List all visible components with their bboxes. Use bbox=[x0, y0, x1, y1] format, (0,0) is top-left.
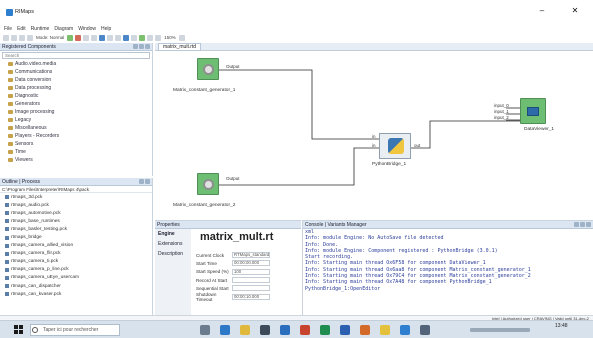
property-row: Start Speed (%) 100 bbox=[194, 268, 298, 276]
gen2-name-label: Matrix_constant_generator_2 bbox=[173, 203, 236, 208]
properties-table: Current Clock RTMaps_standard Start Time 00… bbox=[194, 251, 298, 302]
app-green-icon[interactable] bbox=[320, 325, 330, 335]
gear-icon bbox=[202, 178, 214, 190]
property-value-field[interactable]: 00:00:00.000 bbox=[232, 260, 270, 267]
python-out-port-label: out bbox=[414, 143, 421, 148]
viewer-port-2-label: input_2 bbox=[494, 115, 509, 120]
link-python-viewer[interactable] bbox=[411, 120, 520, 149]
property-row: Current Clock RTMaps_standard bbox=[194, 251, 298, 259]
property-row: Start Time 00:00:00.000 bbox=[194, 259, 298, 267]
properties-title: matrix_mult.rt bbox=[200, 231, 274, 243]
taskbar-clock[interactable]: 13:48 bbox=[555, 323, 568, 329]
property-value-field[interactable]: 100 bbox=[232, 268, 270, 275]
tab-variants-manager[interactable]: Variants Manager bbox=[327, 222, 366, 228]
python-icon bbox=[388, 138, 404, 154]
monitor-icon bbox=[527, 106, 539, 116]
tab-console[interactable]: Console bbox=[305, 222, 323, 228]
component-data-viewer[interactable] bbox=[520, 98, 546, 124]
property-row: Record At Start bbox=[194, 276, 298, 284]
property-key: Start Speed (%) bbox=[196, 269, 229, 275]
gen1-name-label: Matrix_constant_generator_1 bbox=[173, 88, 236, 93]
windows-start-icon[interactable] bbox=[14, 325, 24, 335]
properties-extensions-tab[interactable]: Extensions bbox=[155, 239, 191, 249]
word-icon[interactable] bbox=[340, 325, 350, 335]
component-matrix-generator-2[interactable] bbox=[197, 173, 219, 195]
property-value-field[interactable] bbox=[232, 277, 270, 284]
console-header: Console | Variants Manager bbox=[303, 221, 593, 229]
store-icon[interactable] bbox=[260, 325, 270, 335]
os-taskbar: Taper ici pour rechercher 13:48 bbox=[0, 320, 593, 338]
component-python-bridge[interactable] bbox=[379, 133, 411, 159]
viewer-port-0-label: input_0 bbox=[494, 103, 509, 108]
gear-icon bbox=[202, 63, 214, 75]
property-value-field[interactable]: 00:00:10.000 bbox=[232, 293, 270, 300]
link-gen2-python[interactable] bbox=[219, 147, 379, 186]
property-key: Record At Start bbox=[196, 277, 228, 283]
gen1-output-label: Output bbox=[226, 64, 240, 69]
search-icon bbox=[32, 327, 38, 333]
console-panel: Console | Variants Manager xml Info: modu… bbox=[302, 220, 593, 315]
properties-engine-tab[interactable]: Engine bbox=[155, 229, 191, 239]
clear-console-icon[interactable] bbox=[574, 222, 579, 227]
rtmaps-taskbar-icon[interactable] bbox=[400, 325, 410, 335]
property-row: Shutdown Timeout 00:00:10.000 bbox=[194, 291, 298, 302]
system-tray-icons[interactable] bbox=[470, 328, 530, 332]
task-view-icon[interactable] bbox=[200, 325, 210, 335]
folder-icon[interactable] bbox=[380, 325, 390, 335]
properties-header: Properties bbox=[155, 221, 301, 229]
gen2-output-label: Output bbox=[226, 176, 240, 181]
component-matrix-generator-1[interactable] bbox=[197, 58, 219, 80]
mail-icon[interactable] bbox=[280, 325, 290, 335]
property-key: Sequential Start bbox=[196, 285, 229, 291]
viewer-name-label: DataViewer_1 bbox=[524, 127, 555, 132]
property-key: Current Clock bbox=[196, 252, 225, 258]
powerpoint-icon[interactable] bbox=[360, 325, 370, 335]
taskbar-search-input[interactable]: Taper ici pour rechercher bbox=[30, 324, 120, 336]
properties-tab[interactable]: Properties bbox=[157, 222, 180, 228]
scroll-lock-icon[interactable] bbox=[580, 222, 585, 227]
console-output: xml Info: module Engine: No AutoSave file… bbox=[303, 229, 593, 292]
console-line: PythonBridge_1:OpenEditor bbox=[305, 285, 381, 292]
property-value-field[interactable]: RTMaps_standard bbox=[232, 252, 270, 259]
property-key: Shutdown Timeout bbox=[196, 291, 217, 302]
link-gen1-python[interactable] bbox=[219, 69, 379, 140]
chrome-icon[interactable] bbox=[300, 325, 310, 335]
python-in-port-1-label: in bbox=[372, 134, 376, 139]
file-explorer-icon[interactable] bbox=[240, 325, 250, 335]
viewer-port-1-label: input_1 bbox=[494, 109, 509, 114]
properties-sidebar: Engine Extensions Description bbox=[155, 229, 191, 319]
edge-browser-icon[interactable] bbox=[220, 325, 230, 335]
property-key: Start Time bbox=[196, 260, 217, 266]
app-window: RIMaps – ✕ File Edit Runtime Diagram Win… bbox=[0, 0, 593, 338]
python-in-port-2-label: in bbox=[372, 143, 376, 148]
properties-description-tab[interactable]: Description bbox=[155, 249, 191, 259]
app-icon[interactable] bbox=[420, 325, 430, 335]
console-menu-icon[interactable] bbox=[586, 222, 591, 227]
python-name-label: PythonBridge_1 bbox=[372, 162, 407, 167]
property-value-field[interactable] bbox=[232, 285, 270, 292]
